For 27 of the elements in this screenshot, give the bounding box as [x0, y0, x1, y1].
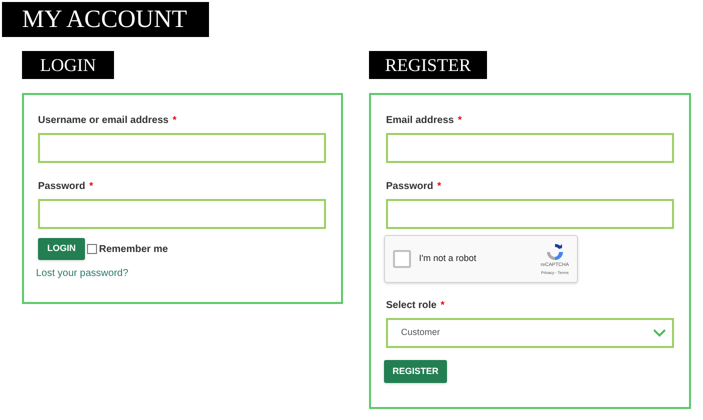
field-label: Select role — [386, 299, 437, 313]
required-mark: * — [89, 180, 94, 194]
login-button[interactable]: LOGIN — [38, 238, 85, 260]
required-mark: * — [440, 299, 444, 313]
field-label: Email address — [386, 114, 454, 128]
captcha-checkbox[interactable] — [393, 250, 411, 268]
input-field[interactable] — [386, 133, 674, 163]
required-mark: * — [172, 114, 177, 128]
register-button[interactable]: REGISTER — [384, 360, 447, 383]
input-field[interactable] — [386, 199, 674, 229]
captcha-logo-icon — [544, 242, 565, 262]
captcha-label: I'm not a robot — [419, 252, 478, 266]
chevron-down-icon — [653, 329, 666, 337]
section-heading: REGISTER — [369, 51, 487, 79]
field-label: Username or email address — [38, 114, 169, 128]
page-title: MY ACCOUNT — [2, 2, 209, 37]
remember-label: Remember me — [99, 242, 168, 256]
section-heading: LOGIN — [22, 51, 114, 79]
input-field[interactable] — [38, 199, 326, 229]
field-label: Password — [38, 180, 86, 194]
lost-password-link[interactable]: Lost your password? — [36, 266, 341, 281]
input-field[interactable] — [38, 133, 326, 163]
role-select[interactable]: Customer — [386, 318, 674, 348]
field-label: Password — [386, 180, 434, 194]
required-mark: * — [437, 180, 442, 194]
required-mark: * — [458, 114, 462, 128]
checkbox[interactable] — [87, 244, 97, 254]
